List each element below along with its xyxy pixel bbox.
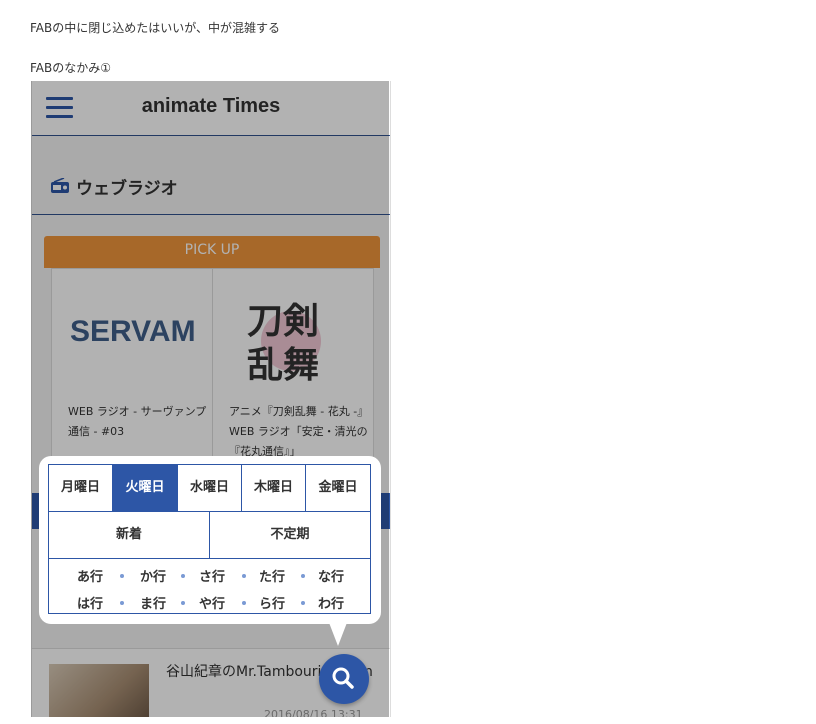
- kana-ra-button[interactable]: ら行: [252, 593, 292, 612]
- caption-line-2: FABのなかみ①: [30, 61, 112, 75]
- kana-a-button[interactable]: あ行: [70, 566, 110, 585]
- kana-na-button[interactable]: な行: [311, 566, 351, 585]
- search-icon: [332, 667, 354, 689]
- extra-row: 新着 不定期: [49, 511, 370, 559]
- separator-dot: [242, 601, 246, 605]
- kana-ka-button[interactable]: か行: [133, 566, 173, 585]
- separator-dot: [120, 574, 124, 578]
- kana-ya-button[interactable]: や行: [192, 593, 232, 612]
- kana-ma-button[interactable]: ま行: [133, 593, 173, 612]
- day-friday[interactable]: 金曜日: [306, 465, 370, 511]
- day-tuesday[interactable]: 火曜日: [113, 465, 178, 511]
- irregular-button[interactable]: 不定期: [210, 512, 370, 558]
- kana-sa-button[interactable]: さ行: [192, 566, 232, 585]
- fab-menu-grid: 月曜日 火曜日 水曜日 木曜日 金曜日 新着 不定期 あ行 か行 さ行 た行 な…: [48, 464, 371, 614]
- day-wednesday[interactable]: 水曜日: [178, 465, 242, 511]
- separator-dot: [301, 574, 305, 578]
- separator-dot: [301, 601, 305, 605]
- kana-ta-button[interactable]: た行: [252, 566, 292, 585]
- separator-dot: [120, 601, 124, 605]
- new-arrivals-button[interactable]: 新着: [49, 512, 210, 558]
- kana-wa-button[interactable]: わ行: [311, 593, 351, 612]
- separator-dot: [181, 601, 185, 605]
- search-fab-button[interactable]: [319, 654, 369, 704]
- caption-line-1: FABの中に閉じ込めたはいいが、中が混雑する: [30, 21, 281, 35]
- separator-dot: [181, 574, 185, 578]
- kana-ha-button[interactable]: は行: [70, 593, 110, 612]
- separator-dot: [242, 574, 246, 578]
- popup-tail: [328, 620, 348, 646]
- day-thursday[interactable]: 木曜日: [242, 465, 306, 511]
- day-monday[interactable]: 月曜日: [49, 465, 113, 511]
